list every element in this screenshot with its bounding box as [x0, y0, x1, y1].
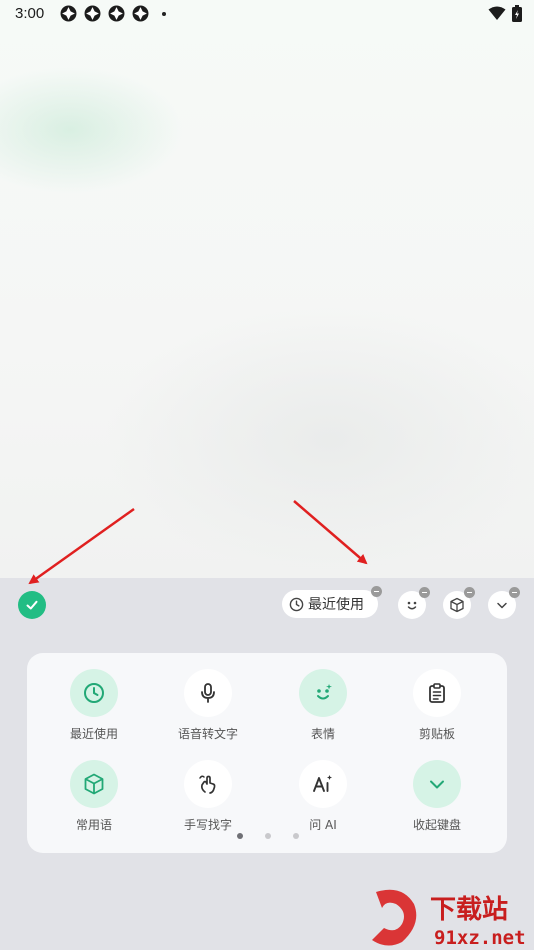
annotation-arrow-left	[28, 507, 135, 585]
watermark-logo: 下载站 91xz.net	[372, 889, 526, 949]
watermark-title: 下载站	[430, 895, 508, 925]
annotation-arrows	[28, 500, 368, 585]
annotation-arrow-right	[293, 500, 368, 565]
watermark-emblem	[372, 889, 417, 946]
watermark-domain: 91xz.net	[434, 927, 526, 949]
